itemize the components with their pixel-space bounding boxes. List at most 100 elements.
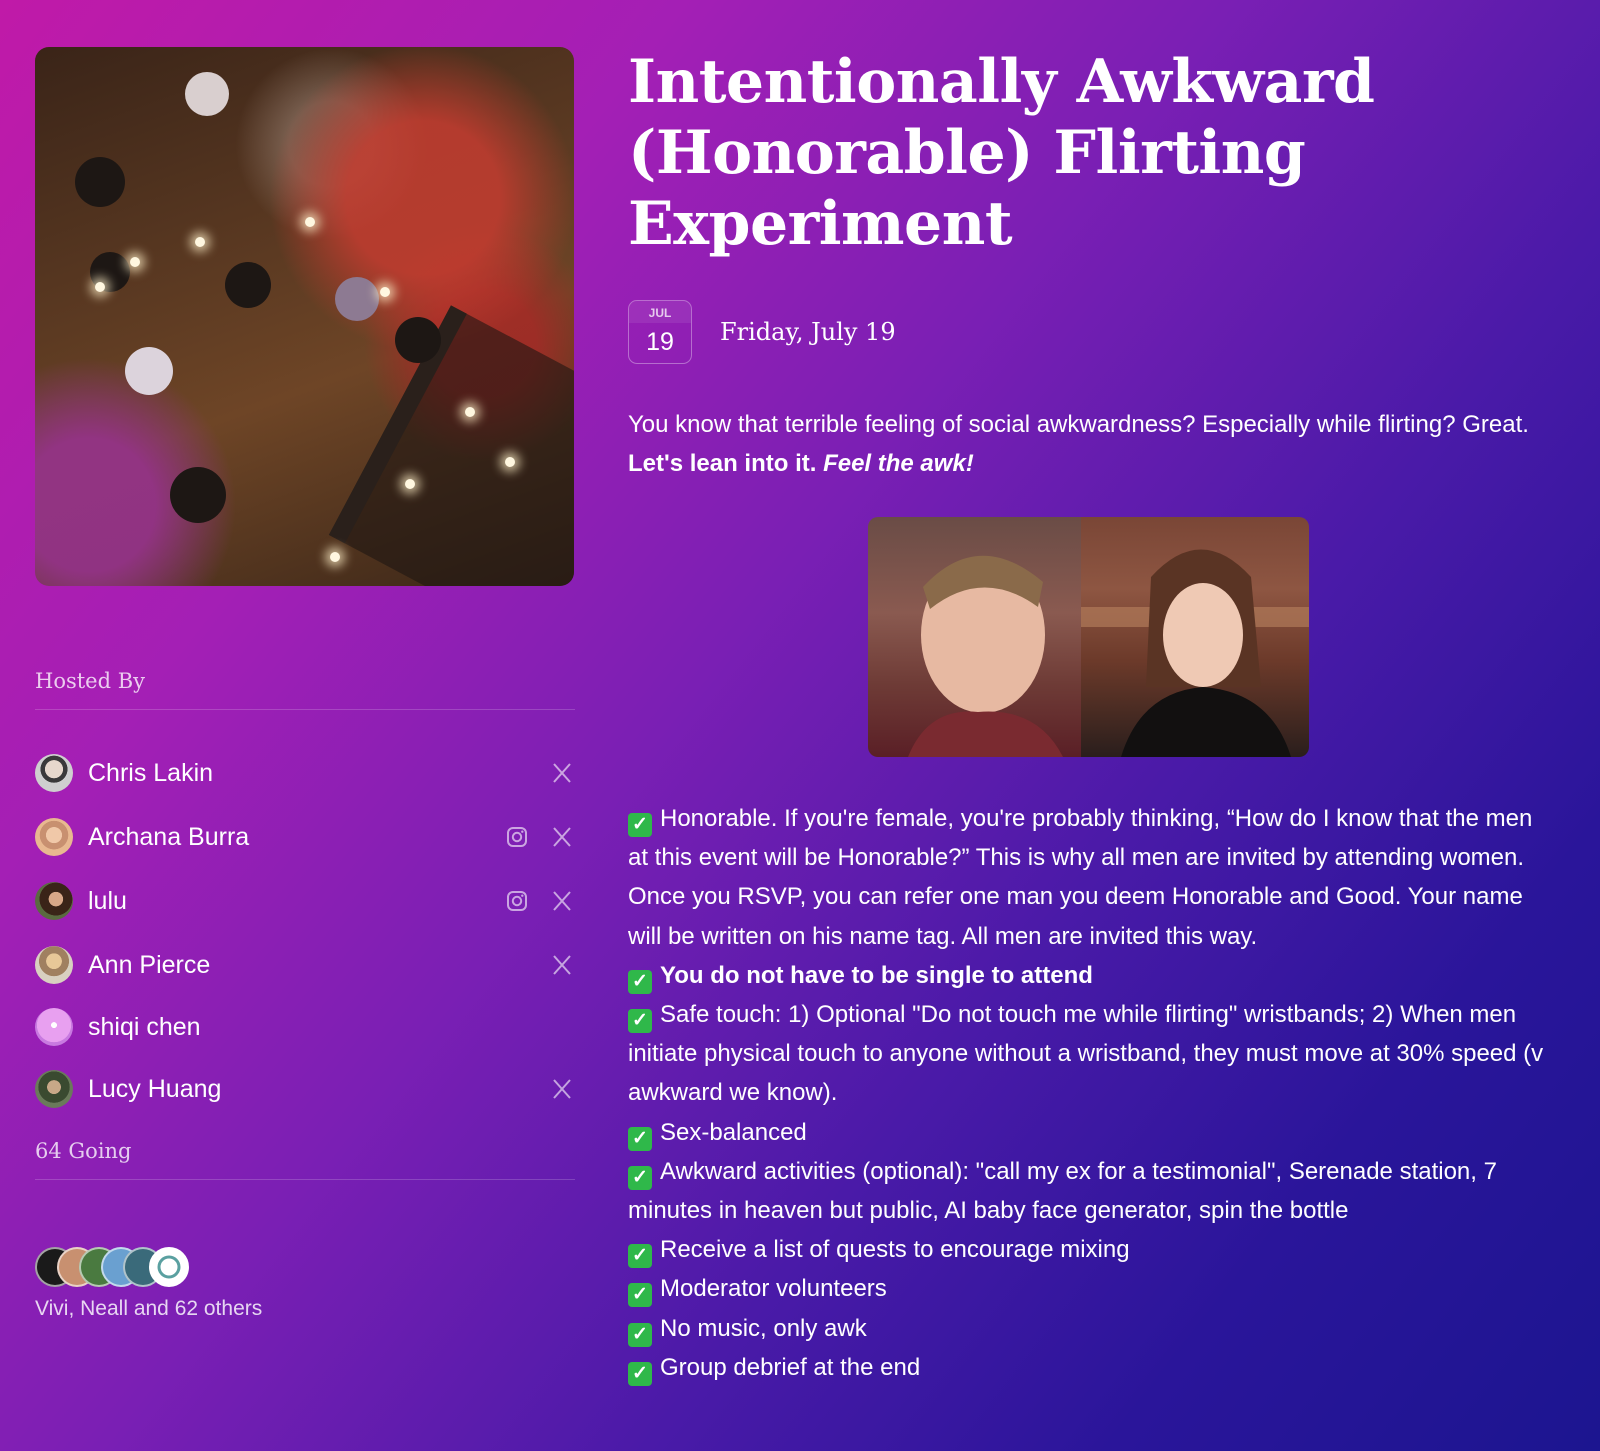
avatar [35,1008,73,1046]
cover-figure [335,277,379,321]
check-icon: ✓ [628,1126,652,1151]
avatar [35,1070,73,1108]
calendar-icon: JUL 19 [628,300,692,364]
feature-text: Group debrief at the end [660,1353,921,1381]
string-light [465,407,475,417]
string-light [380,287,390,297]
event-intro: You know that terrible feeling of social… [628,405,1558,483]
host-item[interactable]: Archana Burra [35,817,575,857]
cover-railing [328,305,574,586]
avatar [149,1247,189,1287]
woman-photo [1081,517,1309,757]
host-name[interactable]: Chris Lakin [88,759,213,788]
cover-figure [395,317,441,363]
intro-bold-italic-text: Feel the awk! [823,450,974,477]
event-cover-image [35,47,574,586]
host-item[interactable]: shiqi chen [35,1007,575,1047]
event-details: Intentionally Awkward (Honorable) Flirti… [628,47,1558,1386]
host-item[interactable]: lulu [35,881,575,921]
x-icon[interactable] [548,888,575,915]
event-date-row: JUL 19 Friday, July 19 [628,300,896,364]
check-icon: ✓ [628,1322,652,1347]
calendar-day: 19 [646,328,674,356]
feature-text: Sex-balanced [660,1118,807,1146]
avatar [35,754,73,792]
host-socials [548,760,575,787]
feature-item: ✓ Group debrief at the end [628,1348,1558,1387]
cover-figure [170,467,226,523]
avatar [35,946,73,984]
feature-list: ✓ Honorable. If you're female, you're pro… [628,799,1558,1387]
host-name[interactable]: lulu [88,887,127,916]
feature-item: ✓ You do not have to be single to attend [628,956,1558,995]
feature-item: ✓ Moderator volunteers [628,1269,1558,1308]
man-photo [868,517,1081,757]
event-title: Intentionally Awkward (Honorable) Flirti… [628,47,1375,259]
host-name[interactable]: Archana Burra [88,823,249,852]
host-name[interactable]: Lucy Huang [88,1075,221,1104]
cover-figure [75,157,125,207]
host-socials [503,824,575,851]
feature-item: ✓ No music, only awk [628,1309,1558,1348]
feature-item: ✓ Sex-balanced [628,1113,1558,1152]
x-icon[interactable] [548,952,575,979]
x-icon[interactable] [548,1076,575,1103]
feature-item: ✓ Awkward activities (optional): "call my… [628,1152,1558,1230]
string-light [405,479,415,489]
attendee-avatar-stack[interactable] [35,1247,235,1287]
hosted-by-label: Hosted By [35,669,146,693]
avatar [35,882,73,920]
avatar [35,818,73,856]
intro-bold-text: Let's lean into it. [628,450,824,477]
going-section: 64 Going [35,1139,575,1180]
check-icon: ✓ [628,1244,652,1269]
divider [35,709,575,710]
check-icon: ✓ [628,1165,652,1190]
awkward-faces-image [868,517,1309,757]
feature-text: Awkward activities (optional): "call my … [628,1157,1497,1225]
host-name[interactable]: shiqi chen [88,1013,201,1042]
instagram-icon[interactable] [503,888,530,915]
cover-figure [125,347,173,395]
string-light [95,282,105,292]
hosted-by-section: Hosted By Chris Lakin Archana Burra lulu… [35,669,575,1108]
intro-text: You know that terrible feeling of social… [628,411,1529,438]
host-socials [548,1076,575,1103]
host-item[interactable]: Lucy Huang [35,1069,575,1109]
going-count-label: 64 Going [35,1139,132,1163]
divider [35,1179,575,1180]
string-light [305,217,315,227]
event-date: Friday, July 19 [720,318,896,346]
check-icon: ✓ [628,969,652,994]
check-icon: ✓ [628,1361,652,1386]
feature-item: ✓ Safe touch: 1) Optional "Do not touch m… [628,995,1558,1113]
feature-text: Moderator volunteers [660,1275,887,1303]
feature-text: No music, only awk [660,1314,867,1342]
string-light [195,237,205,247]
string-light [505,457,515,467]
x-icon[interactable] [548,824,575,851]
host-socials [503,888,575,915]
x-icon[interactable] [548,760,575,787]
feature-text: Safe touch: 1) Optional "Do not touch me… [628,1001,1544,1107]
host-socials [548,952,575,979]
calendar-month: JUL [629,301,691,323]
feature-item: ✓ Honorable. If you're female, you're pro… [628,799,1558,956]
check-icon: ✓ [628,813,652,837]
attendee-summary[interactable]: Vivi, Neall and 62 others [35,1297,262,1321]
instagram-icon[interactable] [503,824,530,851]
string-light [330,552,340,562]
feature-text: Receive a list of quests to encourage mi… [660,1236,1130,1264]
cover-figure [185,72,229,116]
cover-figure [225,262,271,308]
check-icon: ✓ [628,1009,652,1034]
check-icon: ✓ [628,1283,652,1308]
feature-text: You do not have to be single to attend [660,961,1093,989]
host-item[interactable]: Chris Lakin [35,753,575,793]
host-item[interactable]: Ann Pierce [35,945,575,985]
left-column: Hosted By Chris Lakin Archana Burra lulu… [35,47,575,1320]
feature-item: ✓ Receive a list of quests to encourage m… [628,1230,1558,1269]
host-name[interactable]: Ann Pierce [88,951,210,980]
string-light [130,257,140,267]
feature-text: Honorable. If you're female, you're prob… [628,805,1533,950]
